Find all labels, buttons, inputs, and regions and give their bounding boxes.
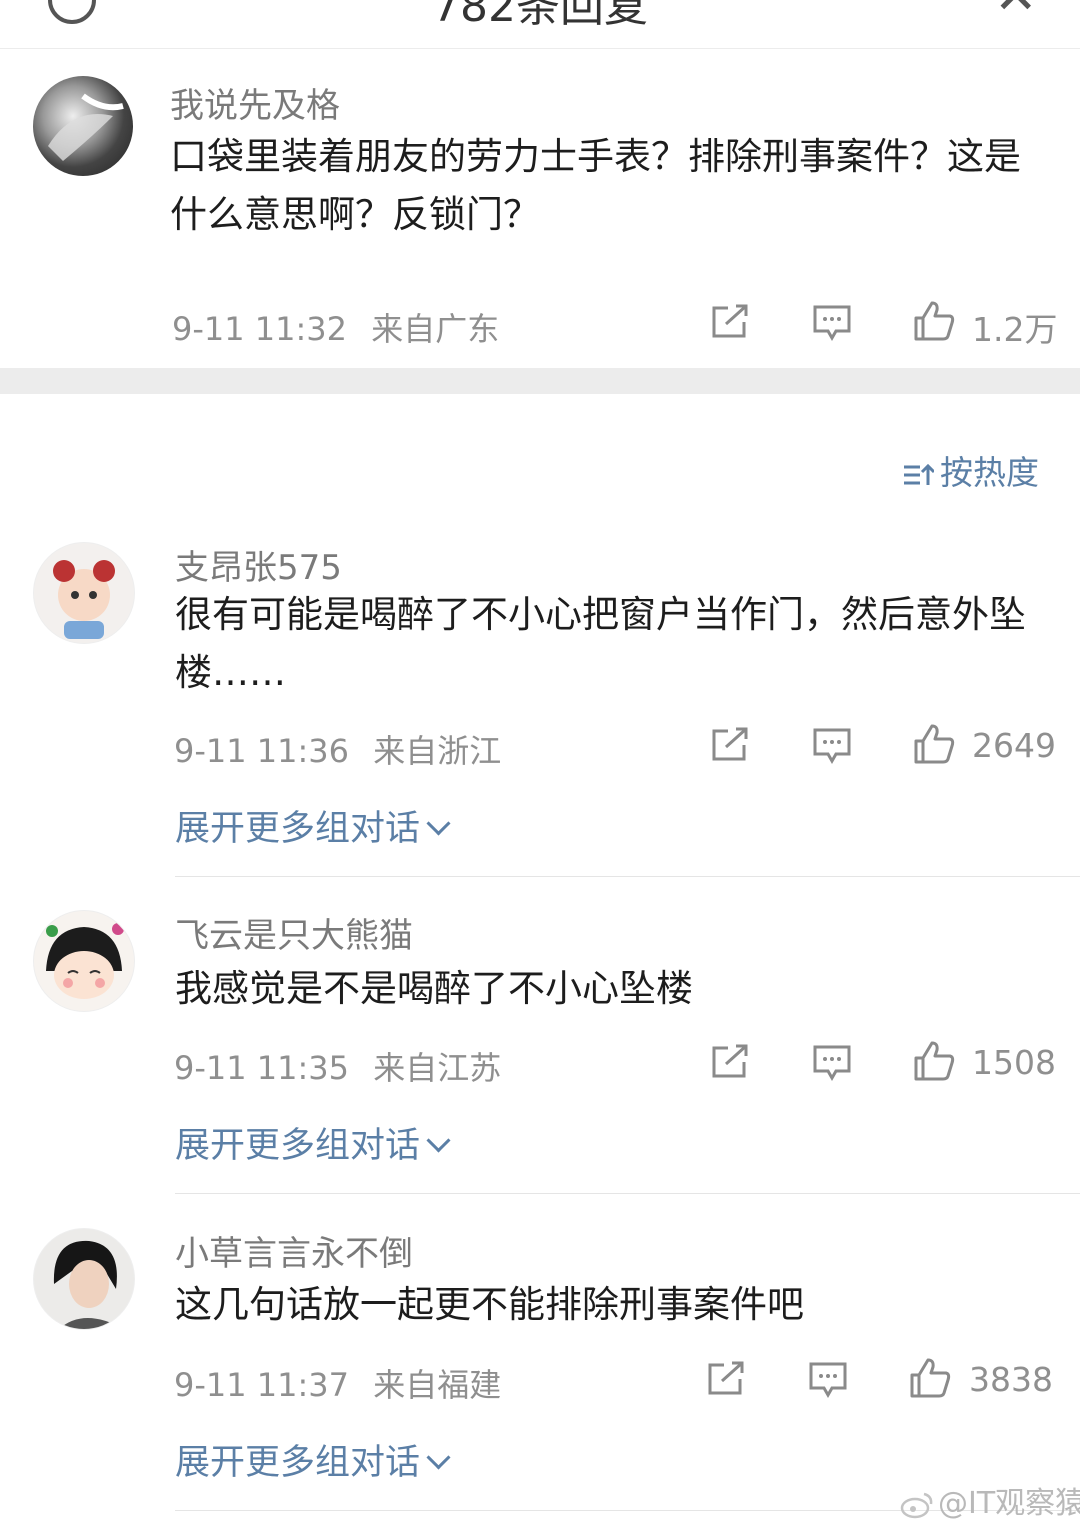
comment-time: 9-11 11:37 — [174, 1366, 350, 1404]
comment-location: 来自广东 — [371, 310, 500, 348]
avatar[interactable] — [33, 542, 135, 644]
expand-conversation-link[interactable]: 展开更多组对话 — [175, 1434, 451, 1485]
page-title: 782条回复 — [432, 0, 648, 32]
weibo-logo-icon — [900, 1492, 933, 1518]
comment-meta: 9-11 11:32 来自广东 — [172, 304, 499, 350]
comment-location: 来自江苏 — [373, 1049, 502, 1087]
share-icon[interactable] — [710, 304, 750, 340]
like-icon[interactable] — [912, 723, 956, 765]
like-icon[interactable] — [912, 300, 956, 342]
comment-text: 这几句话放一起更不能排除刑事案件吧 — [175, 1283, 804, 1326]
like-count: 3838 — [969, 1360, 1053, 1399]
expand-label: 展开更多组对话 — [175, 809, 421, 849]
expand-conversation-link[interactable]: 展开更多组对话 — [175, 800, 451, 851]
chevron-down-icon — [426, 811, 451, 836]
chevron-down-icon — [426, 1128, 451, 1153]
chevron-down-icon — [426, 1445, 451, 1470]
expand-conversation-link[interactable]: 展开更多组对话 — [175, 1117, 451, 1168]
expand-label: 展开更多组对话 — [175, 1126, 421, 1166]
watermark: @IT观察猿 — [900, 1478, 1080, 1522]
like-count: 1.2万 — [972, 310, 1058, 349]
sort-icon — [904, 463, 934, 485]
watermark-text: @IT观察猿 — [938, 1486, 1080, 1521]
close-icon[interactable]: ✕ — [994, 0, 1038, 26]
avatar[interactable] — [33, 1228, 135, 1330]
username[interactable]: 支昂张575 — [175, 540, 342, 589]
comment-time: 9-11 11:36 — [174, 732, 350, 770]
comment-location: 来自浙江 — [373, 732, 502, 770]
comment-meta: 9-11 11:37 来自福建 — [174, 1360, 501, 1406]
comment-text: 我感觉是不是喝醉了不小心坠楼 — [175, 967, 693, 1010]
share-icon[interactable] — [706, 1361, 746, 1397]
share-icon[interactable] — [710, 1044, 750, 1080]
avatar[interactable] — [33, 910, 135, 1012]
divider — [175, 1193, 1080, 1194]
divider — [175, 876, 1080, 877]
top-bar: 782条回复 ✕ — [0, 0, 1080, 49]
section-separator — [0, 368, 1080, 394]
like-icon[interactable] — [908, 1357, 952, 1399]
username[interactable]: 飞云是只大熊猫 — [175, 908, 413, 957]
username[interactable]: 小草言言永不倒 — [175, 1226, 413, 1275]
sort-label: 按热度 — [940, 453, 1039, 492]
comment-meta: 9-11 11:35 来自江苏 — [174, 1043, 501, 1089]
comment-icon[interactable] — [812, 727, 852, 765]
comment-meta: 9-11 11:36 来自浙江 — [174, 726, 501, 772]
like-count: 1508 — [972, 1043, 1056, 1082]
expand-label: 展开更多组对话 — [175, 1443, 421, 1483]
avatar[interactable] — [33, 76, 133, 176]
comment-time: 9-11 11:35 — [174, 1049, 350, 1087]
comment-time: 9-11 11:32 — [172, 310, 348, 348]
comment-icon[interactable] — [812, 1044, 852, 1082]
comment-text: 很有可能是喝醉了不小心把窗户当作门，然后意外坠楼…… — [175, 593, 1026, 694]
sort-button[interactable]: 按热度 — [902, 446, 1039, 494]
comment-text: 口袋里装着朋友的劳力士手表？排除刑事案件？这是什么意思啊？反锁门？ — [170, 135, 1021, 236]
comment-location: 来自福建 — [373, 1366, 502, 1404]
like-icon[interactable] — [912, 1040, 956, 1082]
like-count: 2649 — [972, 726, 1056, 765]
comment-icon[interactable] — [812, 304, 852, 342]
username[interactable]: 我说先及格 — [170, 78, 340, 127]
comment-icon[interactable] — [808, 1361, 848, 1399]
share-icon[interactable] — [710, 727, 750, 763]
